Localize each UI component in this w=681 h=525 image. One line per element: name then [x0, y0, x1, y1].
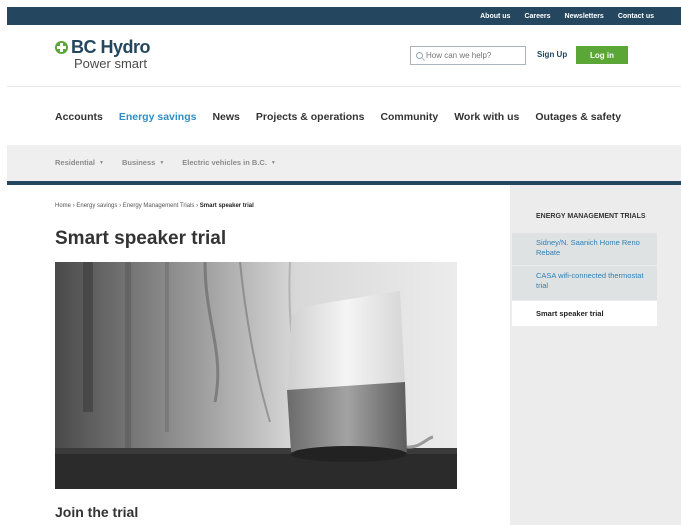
sub-navigation: Residential ▼ Business ▼ Electric vehicles… — [7, 145, 681, 181]
utility-link-careers[interactable]: Careers — [524, 13, 550, 20]
sidebar-menu: Sidney/N. Saanich Home Reno Rebate CASA … — [512, 233, 657, 327]
utility-links: About us Careers Newsletters Contact us — [480, 7, 654, 25]
subnav-item-residential[interactable]: Residential ▼ — [55, 158, 104, 167]
breadcrumb-energy-management-trials[interactable]: Energy Management Trials — [123, 203, 195, 209]
nav-item-energy-savings[interactable]: Energy savings — [119, 111, 197, 123]
sidebar-item-casa-thermostat-trial[interactable]: CASA wifi-connected thermostat trial — [512, 266, 657, 300]
subnav-label-residential: Residential — [55, 158, 96, 167]
bc-hydro-logo-icon — [55, 40, 68, 54]
nav-item-work-with-us[interactable]: Work with us — [454, 111, 519, 123]
chevron-down-icon: ▼ — [270, 160, 276, 166]
sidebar-heading: ENERGY MANAGEMENT TRIALS — [536, 213, 646, 220]
subnav-item-business[interactable]: Business ▼ — [122, 158, 164, 167]
chevron-down-icon: ▼ — [99, 160, 104, 166]
nav-item-projects-operations[interactable]: Projects & operations — [256, 111, 365, 123]
main-navigation: Accounts Energy savings News Projects & … — [7, 88, 681, 144]
subnav-label-electric-vehicles: Electric vehicles in B.C. — [182, 158, 267, 167]
breadcrumb-energy-savings[interactable]: Energy savings — [76, 203, 117, 209]
sidebar-item-smart-speaker-trial[interactable]: Smart speaker trial — [512, 301, 657, 326]
utility-link-newsletters[interactable]: Newsletters — [565, 13, 604, 20]
nav-item-news[interactable]: News — [212, 111, 239, 123]
utility-bar: About us Careers Newsletters Contact us — [7, 7, 681, 25]
brand-logo[interactable]: BC Hydro Power smart — [55, 37, 151, 71]
search-box[interactable] — [410, 46, 526, 65]
page-title: Smart speaker trial — [55, 228, 227, 249]
subnav-item-electric-vehicles[interactable]: Electric vehicles in B.C. ▼ — [182, 158, 276, 167]
section-sidebar: ENERGY MANAGEMENT TRIALS Sidney/N. Saani… — [510, 185, 681, 525]
chevron-down-icon: ▼ — [159, 160, 165, 166]
smart-speaker-illustration — [55, 262, 457, 489]
search-input[interactable] — [426, 51, 521, 60]
brand-tagline: Power smart — [74, 56, 147, 71]
sidebar-item-home-reno-rebate[interactable]: Sidney/N. Saanich Home Reno Rebate — [512, 233, 657, 265]
section-title: Join the trial — [55, 504, 139, 520]
subnav-label-business: Business — [121, 158, 156, 167]
utility-link-contact-us[interactable]: Contact us — [618, 13, 654, 20]
nav-item-outages-safety[interactable]: Outages & safety — [535, 111, 621, 123]
breadcrumb-home[interactable]: Home — [55, 203, 71, 209]
breadcrumb-current: Smart speaker trial — [199, 203, 254, 209]
nav-item-accounts[interactable]: Accounts — [55, 111, 103, 123]
utility-link-about-us[interactable]: About us — [480, 13, 510, 20]
nav-item-community[interactable]: Community — [380, 111, 438, 123]
site-header: BC Hydro Power smart Sign Up Log in — [7, 25, 681, 87]
login-button[interactable]: Log in — [576, 46, 628, 64]
brand-name: BC Hydro — [71, 37, 151, 57]
breadcrumb: Home › Energy savings › Energy Managemen… — [55, 203, 254, 209]
sign-up-link[interactable]: Sign Up — [537, 50, 567, 59]
smart-speaker-hero-image — [55, 262, 457, 489]
search-icon — [416, 52, 423, 59]
main-content: Home › Energy savings › Energy Managemen… — [7, 185, 510, 525]
